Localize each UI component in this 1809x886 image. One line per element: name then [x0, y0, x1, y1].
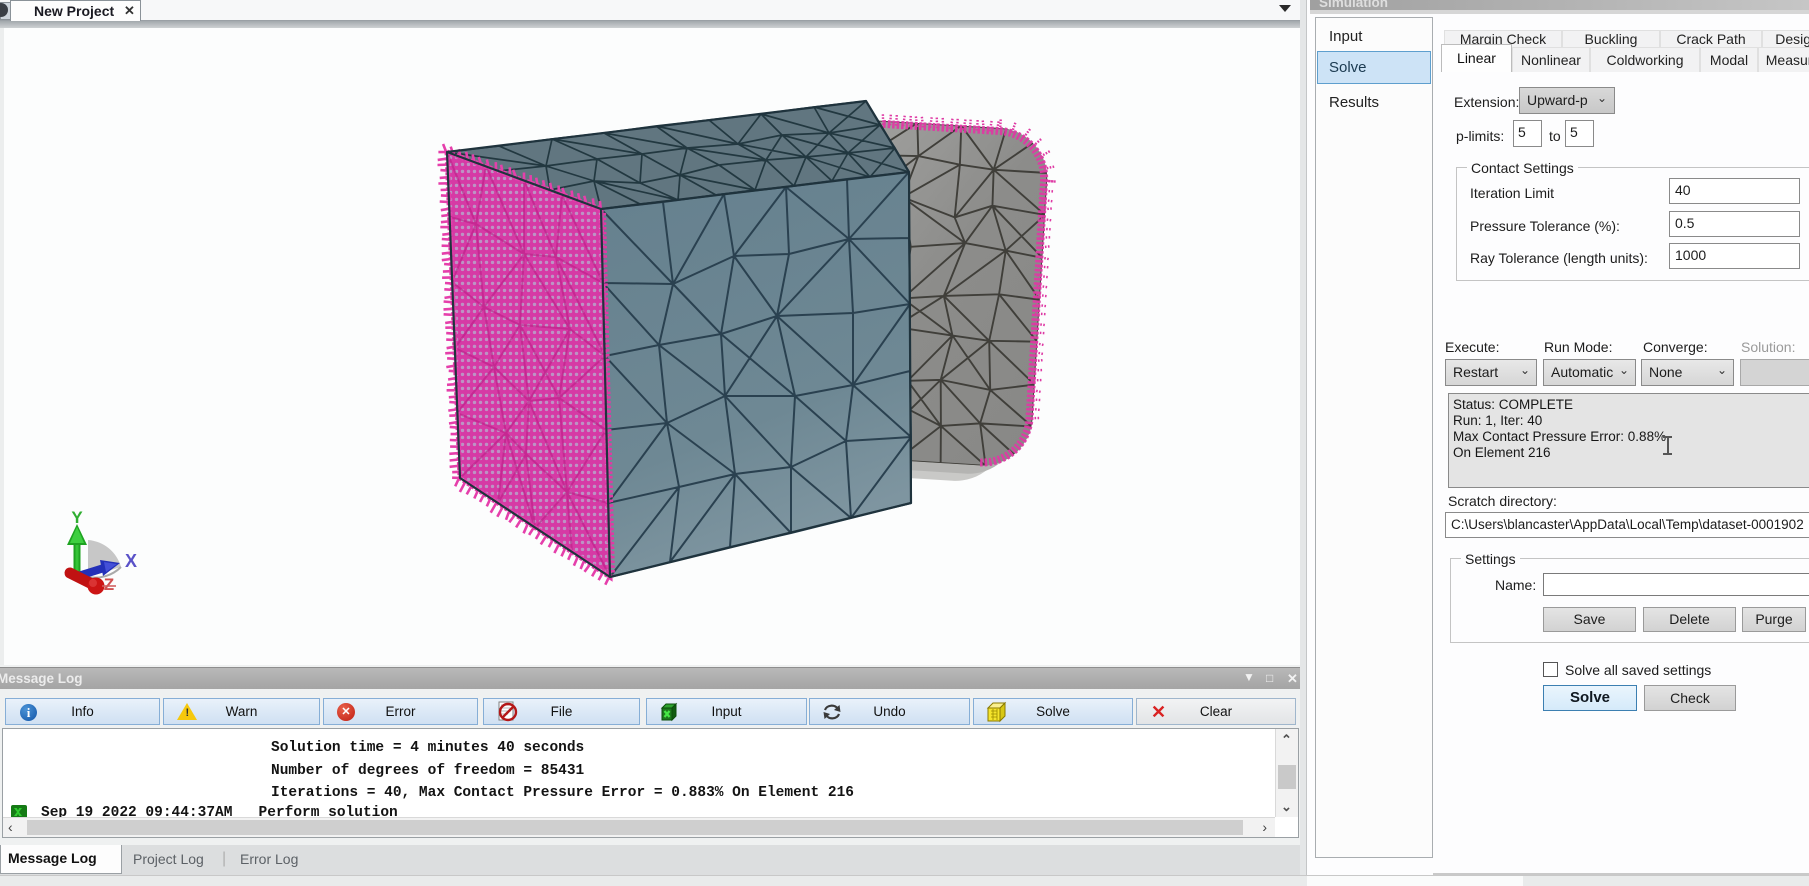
svg-text:Z: Z — [104, 575, 114, 594]
svg-text:X: X — [125, 551, 137, 571]
svg-text:Y: Y — [71, 508, 83, 527]
